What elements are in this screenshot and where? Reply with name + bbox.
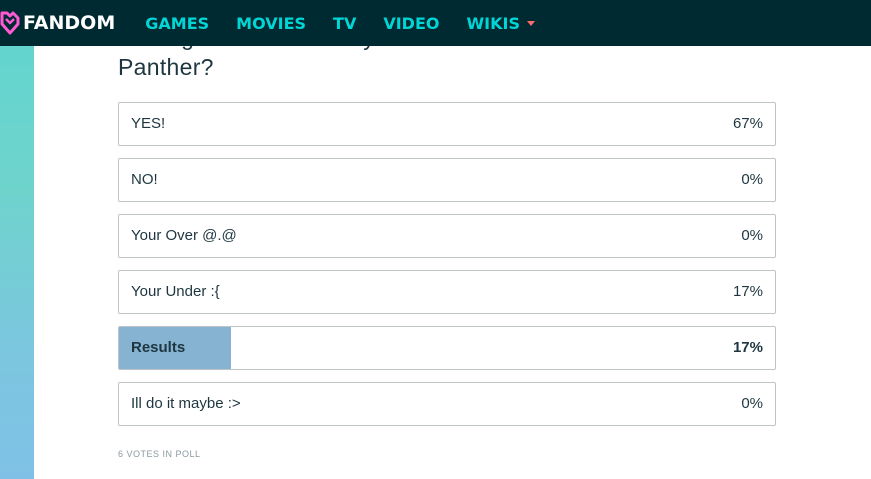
poll-option-label: NO! <box>131 171 158 188</box>
poll-option-label: Ill do it maybe :> <box>131 395 241 412</box>
nav-wikis[interactable]: WIKIS <box>466 13 535 33</box>
nav-games[interactable]: GAMES <box>145 14 209 33</box>
left-rail <box>0 0 34 479</box>
poll-option-label: Your Over @.@ <box>131 227 237 244</box>
fandom-wordmark: FANDOM <box>23 12 116 34</box>
poll-option-maybe[interactable]: Ill do it maybe :> 0% <box>118 382 776 426</box>
global-navigation: FANDOM GAMES MOVIES TV VIDEO WIKIS <box>0 0 871 46</box>
fandom-logo-link[interactable]: FANDOM <box>0 0 115 46</box>
poll-option-label: YES! <box>131 115 166 132</box>
poll-option-no[interactable]: NO! 0% <box>118 158 776 202</box>
content-area: Can I get a OTP with my 3 Kitsune and a … <box>34 0 871 479</box>
poll-option-label: Results <box>131 339 186 356</box>
poll-option-percent: 0% <box>741 395 763 412</box>
poll-option-yes[interactable]: YES! 67% <box>118 102 776 146</box>
main-nav: GAMES MOVIES TV VIDEO WIKIS <box>145 0 562 46</box>
nav-movies[interactable]: MOVIES <box>236 14 306 33</box>
fandom-heart-icon <box>0 10 20 36</box>
poll-options: YES! 67% NO! 0% Your Over @.@ 0% Your Un… <box>118 102 776 438</box>
poll-option-percent: 17% <box>732 339 763 356</box>
poll-option-label: Your Under :{ <box>131 283 220 300</box>
poll-vote-count: 6 VOTES IN POLL <box>118 449 201 459</box>
page: Can I get a OTP with my 3 Kitsune and a … <box>0 0 871 479</box>
nav-tv[interactable]: TV <box>333 14 356 33</box>
poll-option-under[interactable]: Your Under :{ 17% <box>118 270 776 314</box>
poll-option-percent: 17% <box>732 283 763 300</box>
nav-video[interactable]: VIDEO <box>383 14 439 33</box>
poll-option-percent: 0% <box>741 227 763 244</box>
poll-option-percent: 67% <box>732 115 763 132</box>
poll-option-percent: 0% <box>741 171 763 188</box>
poll-option-results[interactable]: Results 17% <box>118 326 776 370</box>
chevron-down-icon <box>526 21 535 26</box>
nav-wikis-label: WIKIS <box>466 13 520 33</box>
poll-option-over[interactable]: Your Over @.@ 0% <box>118 214 776 258</box>
